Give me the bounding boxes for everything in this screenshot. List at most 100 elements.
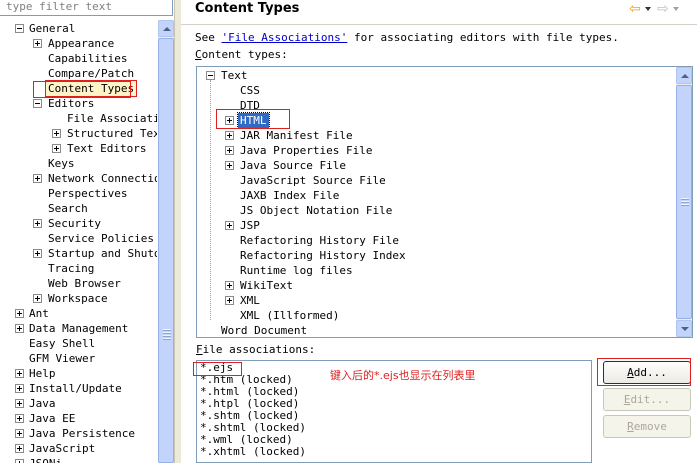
expand-icon[interactable] bbox=[225, 281, 234, 290]
back-dropdown-icon[interactable] bbox=[645, 7, 651, 11]
scroll-down-button[interactable] bbox=[676, 320, 692, 337]
tree-item-editors[interactable]: Editors bbox=[0, 96, 157, 111]
tree-item-tracing[interactable]: Tracing bbox=[0, 261, 157, 276]
content-type-js-object-notation-file[interactable]: JS Object Notation File bbox=[197, 203, 675, 218]
tree-item-help[interactable]: Help bbox=[0, 366, 157, 381]
tree-item-perspectives[interactable]: Perspectives bbox=[0, 186, 157, 201]
collapse-icon[interactable] bbox=[206, 71, 215, 80]
collapse-icon[interactable] bbox=[15, 24, 24, 33]
expand-icon[interactable] bbox=[225, 146, 234, 155]
tree-item-ant[interactable]: Ant bbox=[0, 306, 157, 321]
content-type-java-source-file[interactable]: Java Source File bbox=[197, 158, 675, 173]
tree-item-file-associatio[interactable]: File Associatio bbox=[0, 111, 166, 126]
tree-item-capabilities[interactable]: Capabilities bbox=[0, 51, 157, 66]
content-type-java-properties-file[interactable]: Java Properties File bbox=[197, 143, 675, 158]
content-type-jar-manifest-file[interactable]: JAR Manifest File bbox=[197, 128, 675, 143]
content-type-word-document[interactable]: Word Document bbox=[197, 323, 675, 337]
content-type-javascript-source-file[interactable]: JavaScript Source File bbox=[197, 173, 675, 188]
content-type-xml-illformed[interactable]: XML (Illformed) bbox=[197, 308, 675, 323]
content-type-refactoring-history-index[interactable]: Refactoring History Index bbox=[197, 248, 675, 263]
expand-icon[interactable] bbox=[33, 294, 42, 303]
forward-arrow-icon[interactable]: ⇨ bbox=[657, 2, 669, 16]
expand-icon[interactable] bbox=[225, 116, 234, 125]
expand-icon[interactable] bbox=[52, 129, 61, 138]
back-arrow-icon[interactable]: ⇦ bbox=[629, 2, 641, 16]
content-type-html[interactable]: HTML bbox=[197, 112, 675, 129]
tree-item-install-update[interactable]: Install/Update bbox=[0, 381, 157, 396]
content-types-scrollbar[interactable] bbox=[676, 67, 692, 337]
tree-scrollbar[interactable] bbox=[157, 20, 174, 463]
remove-button[interactable]: Remove bbox=[603, 415, 691, 438]
tree-item-compare-patch[interactable]: Compare/Patch bbox=[0, 66, 157, 81]
content-type-css[interactable]: CSS bbox=[197, 83, 675, 98]
expand-icon[interactable] bbox=[15, 444, 24, 453]
filter-input[interactable]: type filter text bbox=[0, 0, 173, 16]
tree-item-java-ee[interactable]: Java EE bbox=[0, 411, 157, 426]
tree-item-general[interactable]: General bbox=[0, 21, 157, 36]
tree-item-label: Java EE bbox=[29, 412, 76, 425]
content-type-jsp[interactable]: JSP bbox=[197, 218, 675, 233]
expand-icon[interactable] bbox=[33, 249, 42, 258]
expand-icon[interactable] bbox=[33, 219, 42, 228]
expand-icon[interactable] bbox=[15, 384, 24, 393]
expand-icon[interactable] bbox=[225, 221, 234, 230]
tree-item-java-persistence[interactable]: Java Persistence bbox=[0, 426, 157, 441]
tree-item-javascript[interactable]: JavaScript bbox=[0, 441, 157, 456]
tree-item-structured-text[interactable]: Structured Text bbox=[0, 126, 166, 141]
tree-item-network-connection[interactable]: Network Connection bbox=[0, 171, 167, 186]
content-types-label: Content types: bbox=[195, 48, 288, 61]
expand-icon[interactable] bbox=[225, 161, 234, 170]
expand-icon[interactable] bbox=[225, 131, 234, 140]
content-type-refactoring-history-file[interactable]: Refactoring History File bbox=[197, 233, 675, 248]
content-types-tree[interactable]: Text CSS DTD HTML JAR Manifest File Java Prop… bbox=[196, 66, 693, 338]
expand-icon[interactable] bbox=[15, 459, 24, 463]
tree-item-security[interactable]: Security bbox=[0, 216, 157, 231]
scroll-thumb[interactable] bbox=[676, 85, 692, 319]
tree-item-gfm-viewer[interactable]: GFM Viewer bbox=[0, 351, 157, 366]
content-type-xml[interactable]: XML bbox=[197, 293, 675, 308]
tree-item-label: Startup and Shutdo bbox=[48, 247, 168, 260]
content-type-label: Text bbox=[221, 69, 248, 82]
expand-icon[interactable] bbox=[33, 174, 42, 183]
tree-item-service-policies[interactable]: Service Policies bbox=[0, 231, 157, 246]
scroll-up-button[interactable] bbox=[158, 20, 174, 37]
content-type-text[interactable]: Text bbox=[197, 68, 675, 83]
file-association-item[interactable]: *.xhtml (locked) bbox=[200, 446, 306, 458]
expand-icon[interactable] bbox=[225, 296, 234, 305]
file-associations-link[interactable]: 'File Associations' bbox=[222, 31, 348, 44]
grip-line bbox=[681, 204, 689, 205]
expand-icon[interactable] bbox=[33, 39, 42, 48]
tree-item-workspace[interactable]: Workspace bbox=[0, 291, 157, 306]
tree-item-easy-shell[interactable]: Easy Shell bbox=[0, 336, 157, 351]
grip-line bbox=[163, 332, 171, 333]
content-type-runtime-log-files[interactable]: Runtime log files bbox=[197, 263, 675, 278]
collapse-icon[interactable] bbox=[33, 99, 42, 108]
tree-item-keys[interactable]: Keys bbox=[0, 156, 157, 171]
tree-item-search[interactable]: Search bbox=[0, 201, 157, 216]
tree-item-java[interactable]: Java bbox=[0, 396, 157, 411]
tree-item-content-types[interactable]: Content Types bbox=[0, 80, 157, 97]
forward-dropdown-icon[interactable] bbox=[673, 7, 679, 11]
add-button[interactable]: Add... bbox=[603, 361, 691, 384]
expand-icon[interactable] bbox=[15, 399, 24, 408]
tree-item-appearance[interactable]: Appearance bbox=[0, 36, 157, 51]
edit-button[interactable]: Edit... bbox=[603, 388, 691, 411]
expand-icon[interactable] bbox=[15, 309, 24, 318]
tree-item-data-management[interactable]: Data Management bbox=[0, 321, 157, 336]
tree-item-startup-and-shutdo[interactable]: Startup and Shutdo bbox=[0, 246, 167, 261]
content-type-wikitext[interactable]: WikiText bbox=[197, 278, 675, 293]
expand-icon[interactable] bbox=[52, 144, 61, 153]
content-type-dtd[interactable]: DTD bbox=[197, 98, 675, 113]
tree-item-web-browser[interactable]: Web Browser bbox=[0, 276, 157, 291]
tree-item-label: JavaScript bbox=[29, 442, 96, 455]
content-type-jaxb-index-file[interactable]: JAXB Index File bbox=[197, 188, 675, 203]
scroll-up-button[interactable] bbox=[676, 67, 692, 84]
expand-icon[interactable] bbox=[15, 414, 24, 423]
expand-icon[interactable] bbox=[15, 429, 24, 438]
expand-icon[interactable] bbox=[15, 324, 24, 333]
tree-item-text-editors[interactable]: Text Editors bbox=[0, 141, 157, 156]
file-associations-label: File associations: bbox=[196, 343, 315, 356]
expand-icon[interactable] bbox=[15, 369, 24, 378]
tree-item-jsoni[interactable]: JSONi... bbox=[0, 456, 157, 463]
scroll-thumb[interactable] bbox=[158, 38, 174, 463]
